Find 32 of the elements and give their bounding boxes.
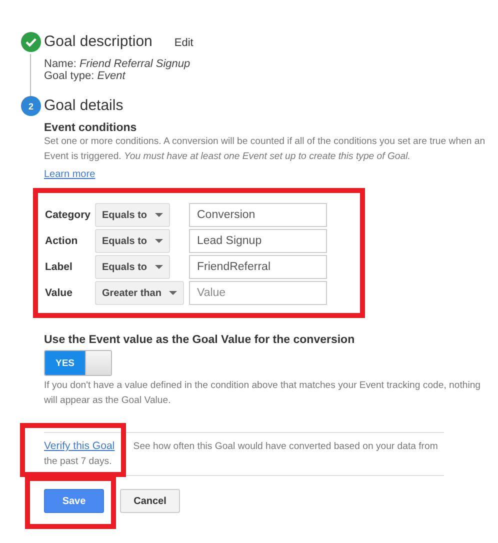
condition-label: Label [45,261,74,273]
step-title: Goal details [44,96,124,116]
verify-link[interactable]: Verify this Goal [44,440,115,452]
input-field[interactable]: FriendReferral [189,255,327,279]
input-field[interactable]: Lead Signup [189,229,327,253]
detail-text: Name: Friend Referral Signup [44,58,192,70]
condition-label: Action [45,235,79,247]
help-text: If you don't have a value defined in the condition above that matches your Event tracking code, nothing will appear as the Goal Value. [44,379,482,408]
verify-text: Verify this Goal See how often this Goal would have converted based on your data from the past 7 days. [44,439,439,469]
section-heading: Use the Event value as the Goal Value for the conversion [44,334,356,346]
operator-dropdown[interactable]: Equals to [95,229,170,253]
edit-link[interactable]: Edit [174,37,194,49]
input-field[interactable]: Value [189,281,327,305]
condition-label: Value [45,287,74,299]
step-number-icon: 2 [20,96,40,116]
caret-icon [155,239,164,243]
condition-label: Category [45,209,92,221]
caret-icon [155,265,164,269]
section-heading: Event conditions [44,122,138,134]
learn-more-link[interactable]: Learn more [44,169,96,180]
cancel-button[interactable]: Cancel [120,489,180,513]
input-field[interactable]: Conversion [189,203,327,227]
description-text: Set one or more conditions. A conversion will be counted if all of the conditions you set are true when an Event is triggered. You must have at least one Event set up to create this type of Goal. [44,135,486,164]
operator-dropdown[interactable]: Equals to [95,203,170,227]
step-title: Goal description [44,32,152,52]
caret-icon [169,291,178,295]
caret-icon [155,213,164,217]
check-icon [20,32,40,52]
operator-dropdown[interactable]: Greater than [95,281,184,305]
toggle-switch[interactable]: YES [44,350,112,376]
detail-text: Goal type: Event [44,70,127,82]
operator-dropdown[interactable]: Equals to [95,255,170,279]
